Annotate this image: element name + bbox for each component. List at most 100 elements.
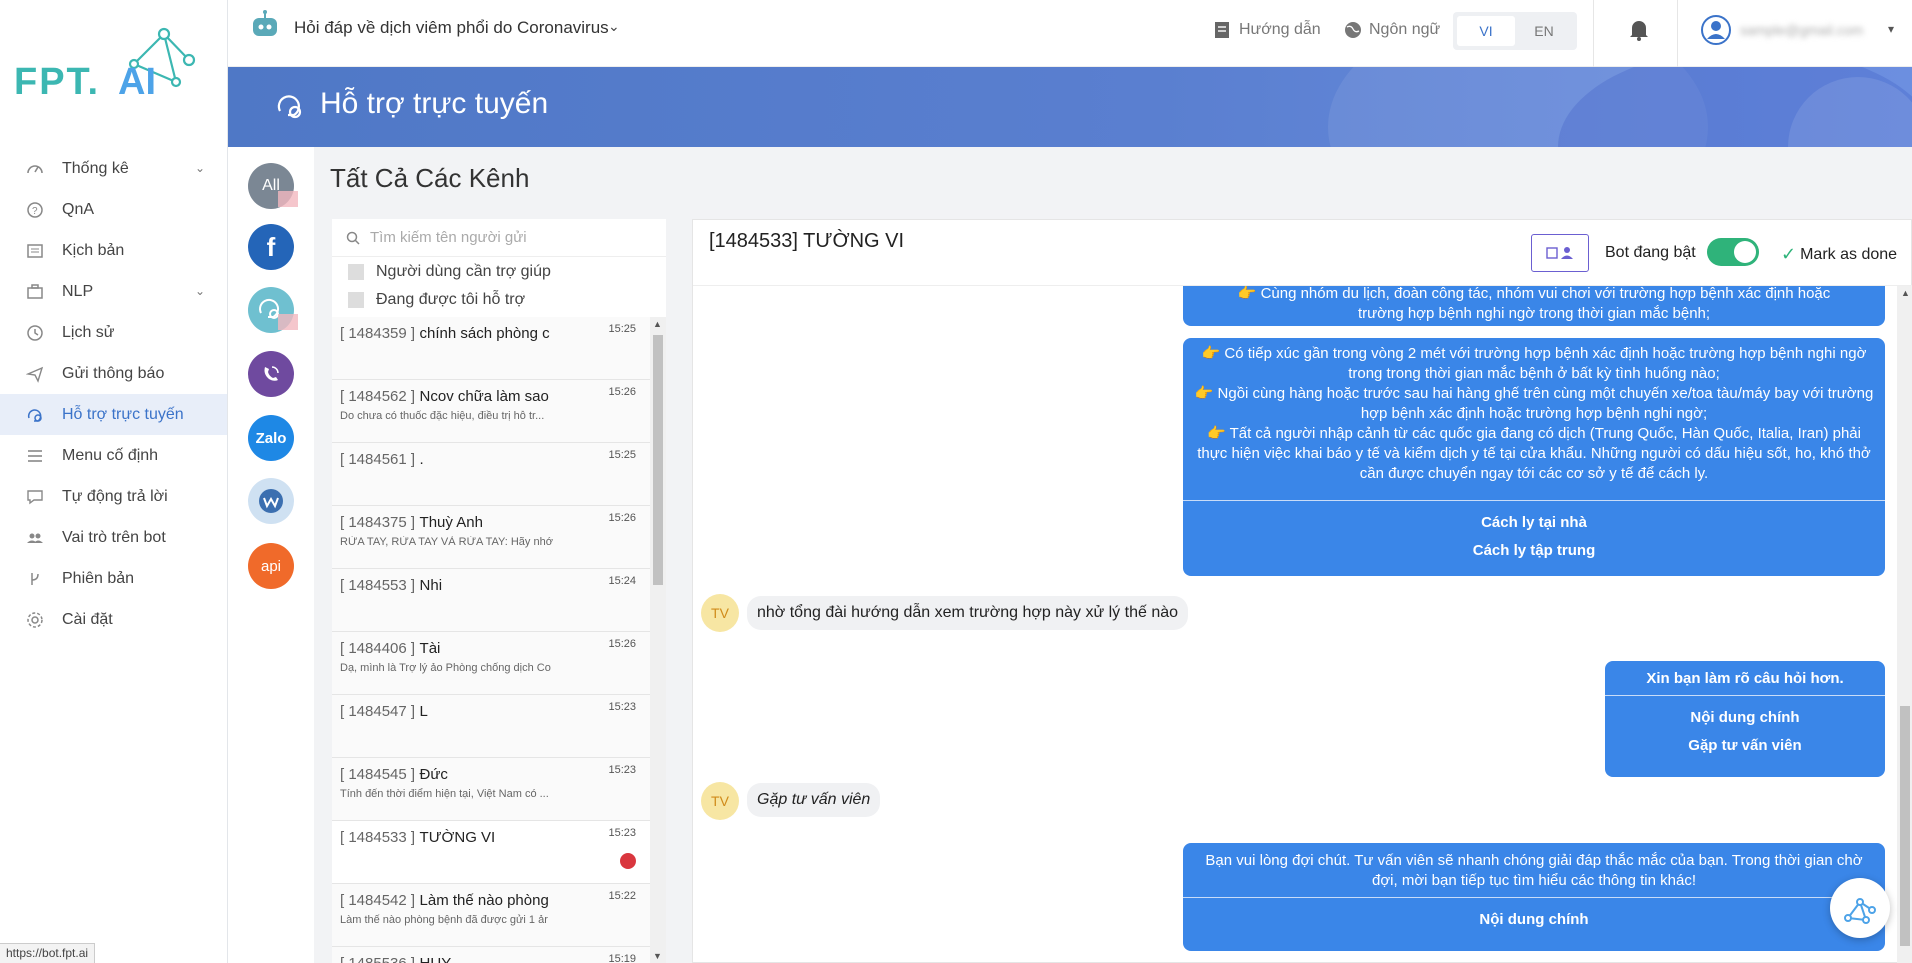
status-url: https://bot.fpt.ai xyxy=(0,943,96,963)
users-icon xyxy=(26,529,44,547)
scrollbar-thumb[interactable] xyxy=(1900,706,1910,946)
sidebar-item-gui-thong-bao[interactable]: Gửi thông báo xyxy=(0,353,227,394)
fpt-ai-assistant-button[interactable] xyxy=(1830,878,1890,938)
fpt-ai-logo[interactable]: FPT. AI xyxy=(14,22,204,102)
chat-header: [1484533] TƯỜNG VI Bot đang bật ✓ Mark as… xyxy=(693,220,1912,286)
search-icon xyxy=(346,231,360,245)
check-icon: ✓ xyxy=(1781,244,1797,264)
sidebar-item-label: Lịch sử xyxy=(62,323,115,341)
channel-badge xyxy=(278,314,298,330)
sidebar-item-qna[interactable]: ? QnA xyxy=(0,189,227,230)
sidebar-item-label: NLP xyxy=(62,282,94,300)
conversation-row[interactable]: [ 1484359 ] chính sách phòng c 15:25 xyxy=(332,317,650,380)
filter-supported-by-me[interactable]: Đang được tôi hỗ trợ xyxy=(348,291,525,309)
lang-en-button[interactable]: EN xyxy=(1515,16,1573,46)
sidebar-item-menu-co-dinh[interactable]: Menu cố định xyxy=(0,435,227,476)
bell-icon[interactable] xyxy=(1628,18,1650,42)
bot-toggle[interactable] xyxy=(1707,238,1759,266)
timestamp: 15:23 xyxy=(608,827,636,839)
conversation-row[interactable]: [ 1484406 ] Tài Dạ, mình là Trợ lý ảo Ph… xyxy=(332,632,650,695)
sidebar-item-ho-tro-truc-tuyen[interactable]: Hỗ trợ trực tuyến xyxy=(0,394,227,435)
robot-icon xyxy=(253,10,277,36)
account-email[interactable]: sample@gmail.com xyxy=(1740,22,1863,38)
sidebar-item-label: Cài đặt xyxy=(62,610,113,628)
channel-viber-button[interactable] xyxy=(248,351,294,397)
channel-api-button[interactable]: api xyxy=(248,543,294,589)
channel-filter: All f Zalo api xyxy=(228,147,314,963)
guide-link[interactable]: Hướng dẫn xyxy=(1213,20,1321,40)
search-input[interactable] xyxy=(370,229,650,246)
checkbox[interactable] xyxy=(348,292,364,308)
user-avatar-icon[interactable] xyxy=(1700,14,1732,46)
scroll-down-arrow[interactable]: ▼ xyxy=(653,951,662,961)
page-banner: Hỗ trợ trực tuyến xyxy=(228,67,1912,147)
quick-reply-button[interactable]: Nội dung chính xyxy=(1605,704,1885,732)
user-id: [ 1484545 ] xyxy=(340,766,416,783)
filter-label: Đang được tôi hỗ trợ xyxy=(376,291,526,308)
quick-reply-button[interactable]: Cách ly tập trung xyxy=(1183,537,1885,565)
scrollbar-thumb[interactable] xyxy=(653,335,663,585)
conversation-row[interactable]: [ 1484562 ] Ncov chữa làm sao Do chưa có… xyxy=(332,380,650,443)
chevron-down-icon: ⌄ xyxy=(194,161,205,175)
timestamp: 15:19 xyxy=(608,953,636,963)
sidebar-item-nlp[interactable]: NLP ⌄ xyxy=(0,271,227,312)
timestamp: 15:26 xyxy=(608,638,636,650)
quick-reply-button[interactable]: Nội dung chính xyxy=(1183,906,1885,934)
user-message: nhờ tổng đài hướng dẫn xem trường hợp nà… xyxy=(747,596,1189,630)
sidebar-item-cai-dat[interactable]: Cài đặt xyxy=(0,599,227,640)
caret-down-icon[interactable]: ▾ xyxy=(1888,22,1894,36)
toggle-knob xyxy=(1734,241,1756,263)
last-message-preview: Dạ, mình là Trợ lý ảo Phòng chống dịch C… xyxy=(340,662,551,674)
message-text: 👉 Tất cả người nhập cảnh từ các quốc gia… xyxy=(1197,425,1871,482)
user-id: [ 1484533 ] xyxy=(340,829,416,846)
timestamp: 15:25 xyxy=(608,323,636,335)
sidebar-item-label: QnA xyxy=(62,200,95,218)
sidebar-item-label: Vai trò trên bot xyxy=(62,528,166,546)
chevron-down-icon[interactable]: ⌄ xyxy=(608,18,620,35)
checkbox[interactable] xyxy=(348,264,364,280)
bot-selector[interactable]: Hỏi đáp về dịch viêm phổi do Coronavirus xyxy=(294,18,609,38)
last-message-preview: RỬA TAY, RỬA TAY VÀ RỬA TAY: Hãy nhớ xyxy=(340,536,553,548)
message-text: Xin bạn làm rõ câu hỏi hơn. xyxy=(1646,670,1844,687)
quick-reply-button[interactable]: Gặp tư vấn viên xyxy=(1605,732,1885,760)
conversation-row[interactable]: [ 1484561 ] . 15:25 xyxy=(332,443,650,506)
conversation-row[interactable]: [ 1485536 ] HUY 15:19 xyxy=(332,947,650,963)
chat-scrollbar[interactable]: ▲ xyxy=(1897,286,1912,963)
guide-label: Hướng dẫn xyxy=(1239,21,1321,38)
last-message-preview: Làm thế nào phòng bệnh đã được gửi 1 ảr xyxy=(340,914,548,926)
sidebar-item-phien-ban[interactable]: Phiên bản xyxy=(0,558,227,599)
sidebar-item-kich-ban[interactable]: Kịch bản xyxy=(0,230,227,271)
scroll-up-arrow[interactable]: ▲ xyxy=(1901,288,1910,298)
sidebar-item-label: Phiên bản xyxy=(62,569,135,587)
sidebar-item-label: Kịch bản xyxy=(62,241,125,259)
sidebar-item-label: Menu cố định xyxy=(62,446,159,464)
mark-as-done-button[interactable]: ✓ Mark as done xyxy=(1781,244,1897,265)
conversation-row-selected[interactable]: [ 1484533 ] TƯỜNG VI 15:23 xyxy=(332,821,650,884)
sidebar-item-thong-ke[interactable]: Thống kê ⌄ xyxy=(0,148,227,189)
channel-facebook-button[interactable]: f xyxy=(248,224,294,270)
api-icon: api xyxy=(260,557,282,575)
user-id: [ 1484562 ] xyxy=(340,388,416,405)
message-thread: 👉 Cùng nhóm du lịch, đoàn công tác, nhóm… xyxy=(693,286,1897,963)
channel-zalo-button[interactable]: Zalo xyxy=(248,415,294,461)
conversation-row[interactable]: [ 1484547 ] L 15:23 xyxy=(332,695,650,758)
sidebar-item-lich-su[interactable]: Lịch sử xyxy=(0,312,227,353)
list-scrollbar[interactable]: ▲ ▼ xyxy=(650,317,666,963)
assign-agent-button[interactable] xyxy=(1531,234,1589,272)
conversation-row[interactable]: [ 1484545 ] Đức Tính đến thời điểm hiện … xyxy=(332,758,650,821)
support-chat-icon xyxy=(26,406,44,424)
quick-reply-button[interactable]: Cách ly tại nhà xyxy=(1183,509,1885,537)
conversation-row[interactable]: [ 1484375 ] Thuỳ Anh RỬA TAY, RỬA TAY VÀ… xyxy=(332,506,650,569)
sidebar-item-vai-tro[interactable]: Vai trò trên bot xyxy=(0,517,227,558)
menu-icon xyxy=(26,447,44,465)
chat-title: [1484533] TƯỜNG VI xyxy=(709,230,905,252)
filter-need-help[interactable]: Người dùng cần trợ giúp xyxy=(348,263,551,281)
scroll-up-arrow[interactable]: ▲ xyxy=(653,319,662,329)
conversation-row[interactable]: [ 1484542 ] Làm thế nào phòng Làm thế nà… xyxy=(332,884,650,947)
conversation-row[interactable]: [ 1484553 ] Nhi 15:24 xyxy=(332,569,650,632)
channel-workplace-button[interactable] xyxy=(248,478,294,524)
sidebar-item-tu-dong-tra-loi[interactable]: Tự động trả lời xyxy=(0,476,227,517)
lang-vi-button[interactable]: VI xyxy=(1457,16,1515,46)
section-title: Tất Cả Các Kênh xyxy=(330,163,530,193)
question-circle-icon: ? xyxy=(26,201,44,219)
